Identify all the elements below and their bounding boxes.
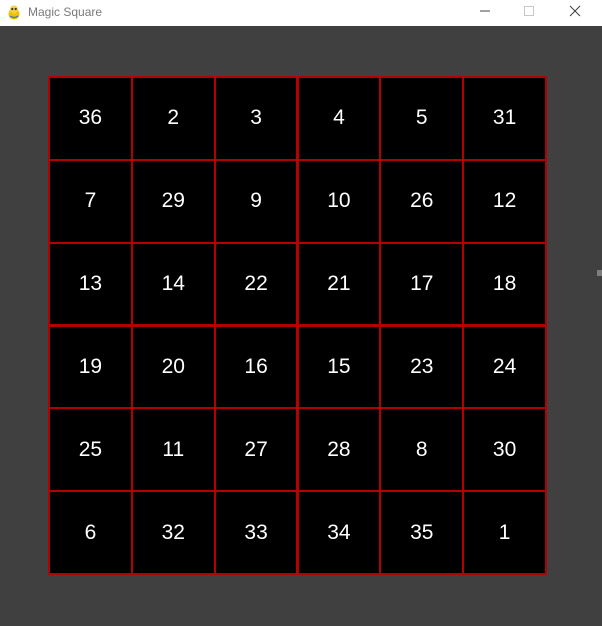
grid-cell[interactable]: 17 [381,243,463,325]
grid-cell[interactable]: 9 [215,160,297,242]
grid-cell[interactable]: 35 [381,492,463,573]
grid-cell[interactable]: 5 [381,78,463,159]
grid-cell[interactable]: 11 [132,409,214,491]
grid-cell[interactable]: 19 [50,326,131,408]
grid-cell[interactable]: 30 [464,409,545,491]
close-icon [569,4,581,22]
grid-cell[interactable]: 12 [464,160,545,242]
grid-cell[interactable]: 14 [132,243,214,325]
title-bar[interactable]: Magic Square [0,0,602,26]
grid-cell[interactable]: 16 [215,326,297,408]
grid-cell[interactable]: 20 [132,326,214,408]
grid-cell[interactable]: 8 [381,409,463,491]
resize-handle-icon[interactable] [597,264,602,276]
grid-cell[interactable]: 1 [464,492,545,573]
grid-cell[interactable]: 13 [50,243,131,325]
grid-cell[interactable]: 2 [132,78,214,159]
grid-cell[interactable]: 25 [50,409,131,491]
window-title: Magic Square [28,5,103,19]
grid-cell[interactable]: 23 [381,326,463,408]
grid-cell[interactable]: 29 [132,160,214,242]
grid-cell[interactable]: 18 [464,243,545,325]
grid-cell[interactable]: 27 [215,409,297,491]
grid-cell[interactable]: 21 [298,243,380,325]
magic-square-board: 36 2 3 4 5 31 7 29 9 10 26 12 13 14 22 21 17 18 19 20 16 15 23… [48,76,547,575]
grid-cell[interactable]: 15 [298,326,380,408]
pygame-snake-icon [7,5,21,20]
grid-cell[interactable]: 4 [298,78,380,159]
grid-cell[interactable]: 26 [381,160,463,242]
grid-cell[interactable]: 22 [215,243,297,325]
maximize-button[interactable] [506,0,552,26]
grid-cell[interactable]: 34 [298,492,380,573]
minimize-button[interactable] [462,0,508,26]
grid-cell[interactable]: 24 [464,326,545,408]
game-canvas[interactable]: 36 2 3 4 5 31 7 29 9 10 26 12 13 14 22 21 17 18 19 20 16 15 23… [0,26,602,626]
grid-cell[interactable]: 36 [50,78,131,159]
grid-cell[interactable]: 31 [464,78,545,159]
maximize-icon [523,4,535,22]
minimize-icon [479,4,491,22]
grid-cell[interactable]: 33 [215,492,297,573]
grid-cell[interactable]: 7 [50,160,131,242]
close-button[interactable] [552,0,598,26]
grid-cell[interactable]: 3 [215,78,297,159]
grid-cell[interactable]: 10 [298,160,380,242]
grid-cell[interactable]: 6 [50,492,131,573]
grid-cell[interactable]: 28 [298,409,380,491]
app-window: Magic Square 36 2 3 4 5 31 7 29 9 10 26 12 13 14 22 21 1… [0,0,602,626]
grid-cell[interactable]: 32 [132,492,214,573]
